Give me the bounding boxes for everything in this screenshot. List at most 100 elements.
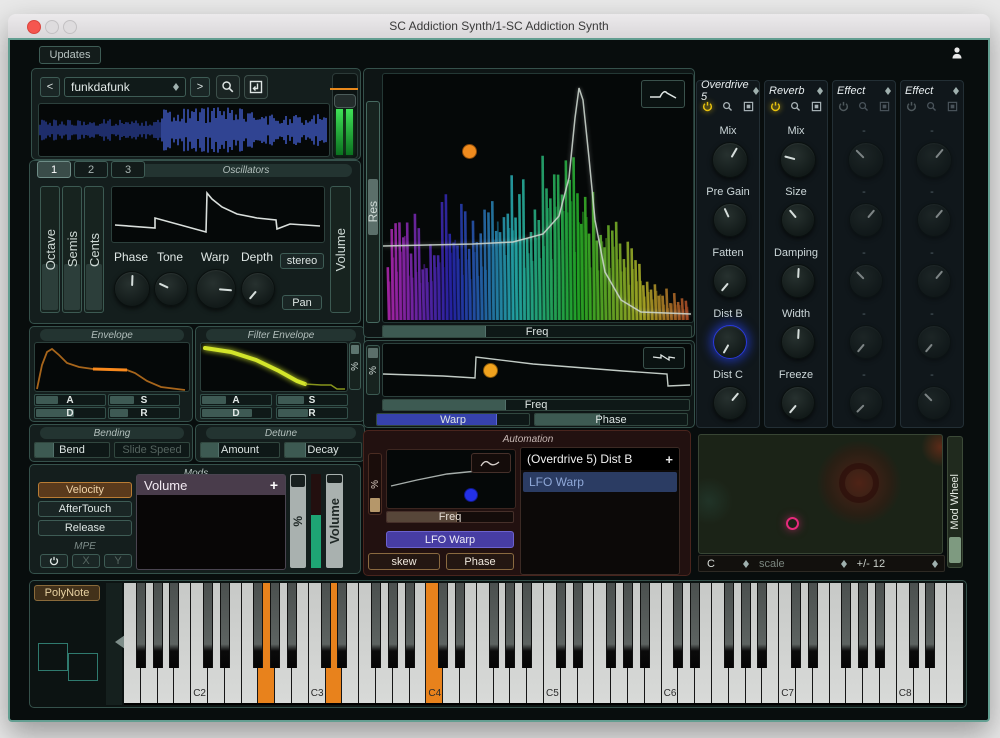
filter_envelope-s-slider[interactable]: S <box>276 394 348 406</box>
fx-knob-5[interactable] <box>917 386 951 420</box>
prev-preset-button[interactable]: < <box>40 77 60 97</box>
fx-freeze-knob[interactable] <box>781 386 815 420</box>
piano-key-Gs1[interactable] <box>153 583 163 668</box>
automation-list-item[interactable]: LFO Warp <box>523 472 677 492</box>
fx-power-button[interactable] <box>702 101 713 112</box>
piano-key-As4[interactable] <box>522 583 532 668</box>
filter-cutoff-handle[interactable] <box>462 144 477 159</box>
warp-knob[interactable] <box>196 269 236 309</box>
fx-window-button[interactable] <box>879 101 890 112</box>
fx-mix-knob[interactable] <box>712 142 748 178</box>
slide-speed-slider[interactable]: Slide Speed <box>114 442 190 458</box>
fx-damping-knob[interactable] <box>781 264 815 298</box>
fx-edit-button[interactable] <box>926 101 937 112</box>
fx-type-stepper-icon[interactable] <box>885 84 891 98</box>
automation-amount-slider[interactable]: % <box>368 453 382 515</box>
depth-knob[interactable] <box>241 272 275 306</box>
piano-key-Cs8[interactable] <box>909 583 919 668</box>
mod-wheel-slider[interactable]: Mod Wheel <box>947 436 963 568</box>
polynote-pad-2[interactable] <box>68 653 98 681</box>
fx-knob-5[interactable] <box>849 386 883 420</box>
fx-fatten-knob[interactable] <box>713 264 747 298</box>
stereo-button[interactable]: stereo <box>280 253 324 269</box>
piano-key-Cs3[interactable] <box>321 583 331 668</box>
piano-key-As1[interactable] <box>169 583 179 668</box>
fx-pre-gain-knob[interactable] <box>713 203 747 237</box>
octave-slider[interactable]: Octave <box>40 186 60 313</box>
piano-key-Fs1[interactable] <box>136 583 146 668</box>
piano-key-As7[interactable] <box>875 583 885 668</box>
pan-button[interactable]: Pan <box>282 295 322 310</box>
filter_envelope-a-slider[interactable]: A <box>200 394 272 406</box>
piano-key-Ds6[interactable] <box>690 583 700 668</box>
automation-source-button[interactable]: LFO Warp <box>386 531 514 548</box>
filter_envelope-d-slider[interactable]: D <box>200 407 272 419</box>
filter-spectrum-display[interactable] <box>382 73 694 323</box>
phase-knob[interactable] <box>114 271 150 307</box>
piano-key-Cs2[interactable] <box>203 583 213 668</box>
fx-knob-2[interactable] <box>917 203 951 237</box>
fx-dist-b-knob[interactable] <box>713 325 747 359</box>
root-note-select[interactable]: C <box>707 558 715 570</box>
piano-key-Cs6[interactable] <box>673 583 683 668</box>
piano-key-F8[interactable] <box>947 583 964 703</box>
mpe-x-button[interactable]: X <box>72 554 100 568</box>
piano-key-Ds2[interactable] <box>220 583 230 668</box>
keyboard-scroll-left[interactable] <box>106 583 122 705</box>
polynote-button[interactable]: PolyNote <box>34 585 100 601</box>
fx-power-button[interactable] <box>770 101 781 112</box>
piano-key-Fs3[interactable] <box>371 583 381 668</box>
bend-range-select[interactable]: +/- 12 <box>857 558 885 570</box>
skew-button[interactable]: skew <box>368 553 440 570</box>
fx-type-stepper-icon[interactable] <box>817 84 823 98</box>
filter-env-amount-slider[interactable]: % <box>349 342 361 390</box>
envelope-r-slider[interactable]: R <box>108 407 180 419</box>
piano-key-As2[interactable] <box>287 583 297 668</box>
lfo-phase-slider[interactable]: Phase <box>534 413 688 426</box>
piano-key-As6[interactable] <box>757 583 767 668</box>
xy-cursor[interactable] <box>786 517 799 530</box>
fx-knob-2[interactable] <box>849 203 883 237</box>
automation-freq-slider[interactable]: Freq <box>386 511 514 523</box>
mpe-y-button[interactable]: Y <box>104 554 132 568</box>
fx-type-select[interactable]: Effect <box>905 85 933 97</box>
fx-knob-1[interactable] <box>848 142 884 178</box>
add-automation-button[interactable]: + <box>665 452 673 467</box>
lfo-handle[interactable] <box>483 363 498 378</box>
titlebar[interactable]: SC Addiction Synth/1-SC Addiction Synth <box>8 14 990 39</box>
fx-power-button[interactable] <box>838 101 849 112</box>
fx-window-button[interactable] <box>743 101 754 112</box>
mod-volume-slider[interactable]: Volume <box>326 474 343 568</box>
fx-window-button[interactable] <box>947 101 958 112</box>
piano-key-Ds3[interactable] <box>337 583 347 668</box>
piano-key-Gs3[interactable] <box>388 583 398 668</box>
piano-key-Ds8[interactable] <box>925 583 935 668</box>
lfo-amount-slider[interactable]: % <box>366 345 380 395</box>
detune-amount-slider[interactable]: Amount <box>200 442 280 458</box>
osc-volume-slider[interactable]: Volume <box>330 186 351 313</box>
fx-type-stepper-icon[interactable] <box>953 84 959 98</box>
lfo-wave-display[interactable] <box>382 343 692 397</box>
piano-key-Cs5[interactable] <box>556 583 566 668</box>
automation-shape-button[interactable] <box>471 453 511 473</box>
polynote-pad-1[interactable] <box>38 643 68 671</box>
filter-freq-slider[interactable]: Freq <box>382 325 692 338</box>
envelope-s-slider[interactable]: S <box>108 394 180 406</box>
envelope-a-slider[interactable]: A <box>34 394 106 406</box>
bend-slider[interactable]: Bend <box>34 442 110 458</box>
fx-edit-button[interactable] <box>858 101 869 112</box>
filter-type-button[interactable] <box>641 80 685 108</box>
automation-handle[interactable] <box>464 488 478 502</box>
tone-knob[interactable] <box>154 272 188 306</box>
fx-knob-4[interactable] <box>917 325 951 359</box>
fx-edit-button[interactable] <box>722 101 733 112</box>
load-preset-button[interactable] <box>244 75 268 99</box>
fx-knob-3[interactable] <box>917 264 951 298</box>
filter-envelope-display[interactable] <box>200 342 348 392</box>
piano-key-Gs2[interactable] <box>270 583 280 668</box>
envelope-display[interactable] <box>34 342 190 392</box>
root-stepper-icon[interactable] <box>743 557 749 571</box>
preset-name-select[interactable]: funkdafunk <box>64 77 186 97</box>
fx-power-button[interactable] <box>906 101 917 112</box>
mod-amount-slider[interactable]: % <box>290 474 306 568</box>
